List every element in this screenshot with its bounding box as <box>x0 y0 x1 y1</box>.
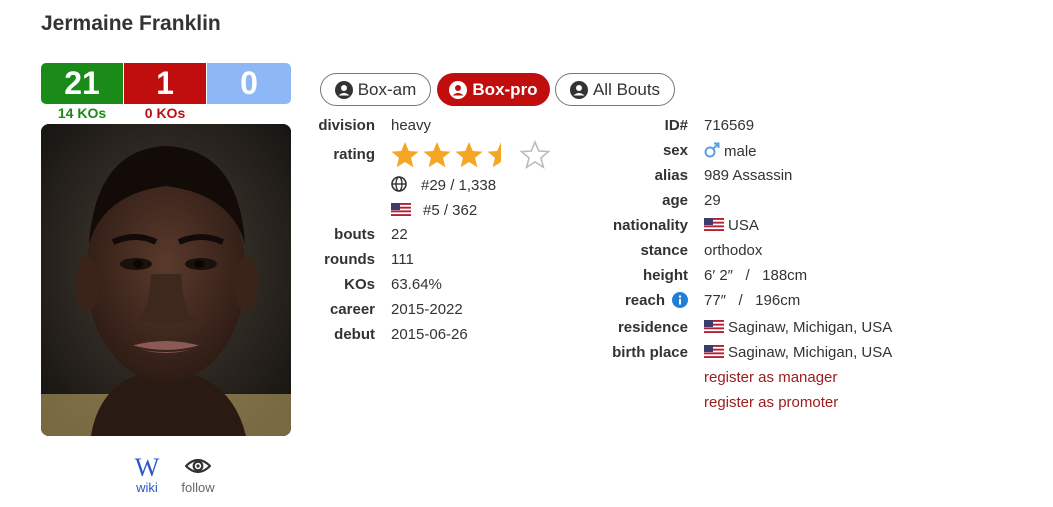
male-icon <box>704 142 720 158</box>
globe-icon <box>391 176 407 192</box>
division-label: division <box>318 117 375 134</box>
win-kos: 14 KOs <box>57 105 107 121</box>
reach-value: 77″ / 196cm <box>704 292 801 309</box>
debut-value: 2015-06-26 <box>391 326 468 343</box>
residence-text: Saginaw, Michigan, USA <box>728 319 893 336</box>
residence-label: residence <box>617 319 688 336</box>
country-rank-value: #5 / 362 <box>423 202 478 219</box>
register-promoter-link[interactable]: register as promoter <box>704 394 838 411</box>
rating-label: rating <box>333 146 375 163</box>
stance-value: orthodox <box>704 242 763 259</box>
user-circle-icon <box>569 80 588 99</box>
follow-link[interactable]: follow <box>174 456 222 495</box>
boxer-name: Jermaine Franklin <box>41 12 221 35</box>
user-circle-icon <box>334 80 353 99</box>
kos-value: 63.64% <box>391 276 442 293</box>
height-label: height <box>643 267 688 284</box>
country-rank: #5 / 362 <box>391 202 477 219</box>
us-flag-icon <box>704 345 724 358</box>
us-flag-icon <box>704 320 724 333</box>
tab-all-bouts[interactable]: All Bouts <box>555 73 675 106</box>
birth-place-value: Saginaw, Michigan, USA <box>704 344 892 361</box>
id-label: ID# <box>664 117 688 134</box>
tab-label: Box-am <box>357 79 417 99</box>
career-value: 2015-2022 <box>391 301 463 318</box>
nationality-text: USA <box>728 217 759 234</box>
bouts-value: 22 <box>391 226 408 243</box>
reach-label: reach <box>624 292 665 309</box>
wiki-link[interactable]: W wiki <box>127 453 167 496</box>
sex-value: male <box>704 142 757 160</box>
alias-label: alias <box>654 167 688 184</box>
record-draws: 0 <box>207 63 291 104</box>
follow-label: follow <box>181 480 215 495</box>
record-wins: 21 <box>41 63 123 104</box>
division-value: heavy <box>391 117 432 134</box>
register-manager-link[interactable]: register as manager <box>704 369 837 386</box>
nationality-label: nationality <box>612 217 688 234</box>
bouts-label: bouts <box>334 226 375 243</box>
sex-label: sex <box>662 142 688 159</box>
tab-label: All Bouts <box>592 79 661 99</box>
age-value: 29 <box>704 192 721 209</box>
tab-box-am[interactable]: Box-am <box>320 73 431 106</box>
loss-kos: 0 KOs <box>144 105 186 121</box>
birth-place-label: birth place <box>612 344 688 361</box>
birth-place-text: Saginaw, Michigan, USA <box>728 344 893 361</box>
record-losses: 1 <box>124 63 206 104</box>
sex-text: male <box>724 143 757 160</box>
world-rank-value: #29 / 1,338 <box>421 177 497 194</box>
rating-stars <box>390 139 555 176</box>
wikipedia-icon: W <box>134 453 160 482</box>
residence-value: Saginaw, Michigan, USA <box>704 319 892 336</box>
rounds-value: 111 <box>391 251 414 268</box>
eye-icon <box>174 456 222 480</box>
height-value: 6′ 2″ / 188cm <box>704 267 808 284</box>
id-value: 716569 <box>704 117 755 134</box>
stance-label: stance <box>640 242 688 259</box>
age-label: age <box>662 192 688 209</box>
tab-box-pro[interactable]: Box-pro <box>437 73 550 106</box>
us-flag-icon <box>391 203 411 216</box>
tab-label: Box-pro <box>472 79 538 99</box>
us-flag-icon <box>704 218 724 231</box>
debut-label: debut <box>334 326 375 343</box>
rounds-label: rounds <box>324 251 375 268</box>
wiki-label: wiki <box>136 480 158 495</box>
nationality-value: USA <box>704 217 759 234</box>
info-icon[interactable] <box>672 292 688 313</box>
alias-value: 989 Assassin <box>704 167 793 184</box>
user-circle-icon <box>449 80 468 99</box>
career-label: career <box>329 301 375 318</box>
world-rank: #29 / 1,338 <box>391 176 496 194</box>
boxer-photo <box>41 124 291 436</box>
kos-label: KOs <box>344 276 375 293</box>
